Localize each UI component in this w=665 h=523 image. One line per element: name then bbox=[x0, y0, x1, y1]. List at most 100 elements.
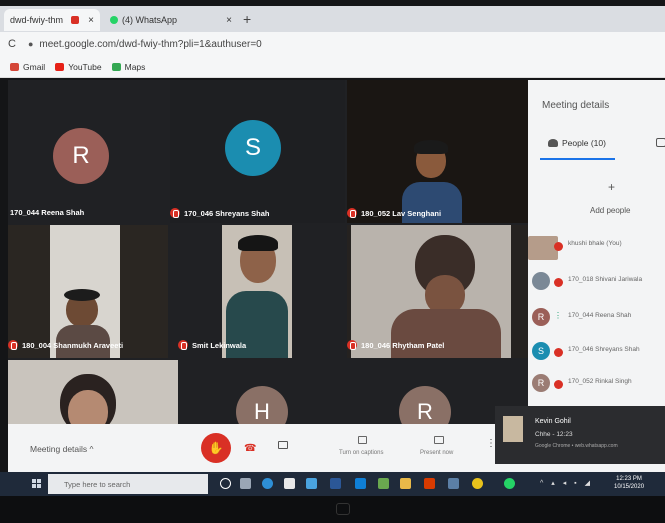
participant-name: khushi bhale (You) bbox=[568, 240, 622, 247]
participant-row[interactable]: R ⋮ 170_044 Reena Shah bbox=[528, 306, 665, 328]
bookmark-youtube[interactable]: YouTube bbox=[55, 61, 102, 72]
bookmark-label: YouTube bbox=[68, 61, 102, 72]
participant-tile[interactable]: Smit Lekinwala bbox=[170, 225, 345, 358]
hp-logo-icon bbox=[336, 503, 350, 515]
speaking-icon: ⋮ bbox=[554, 311, 562, 320]
notification-message: Chhe - 12:23 bbox=[535, 431, 573, 438]
lock-icon[interactable]: ● bbox=[28, 39, 33, 49]
time: 12:23 PM bbox=[616, 476, 642, 482]
folder-icon[interactable] bbox=[400, 478, 411, 489]
active-tab-indicator bbox=[540, 158, 615, 160]
close-tab-icon[interactable]: × bbox=[88, 15, 94, 26]
captions-icon[interactable] bbox=[358, 436, 367, 444]
participant-name: 170_046 Shreyans Shah bbox=[568, 346, 640, 353]
participant-tile[interactable]: 180_052 Lav Senghani bbox=[347, 80, 528, 223]
dropbox-icon[interactable] bbox=[355, 478, 366, 489]
search-placeholder: Type here to search bbox=[64, 479, 131, 489]
bookmark-maps[interactable]: Maps bbox=[111, 61, 146, 72]
tab-meet[interactable]: dwd-fwiy-thm × bbox=[4, 9, 100, 31]
participant-tile[interactable]: 180_004 Shanmukh Araveeti bbox=[8, 225, 168, 358]
taskbar-search[interactable]: Type here to search bbox=[48, 474, 208, 494]
windows-start-icon[interactable] bbox=[32, 479, 42, 489]
laptop-bezel bbox=[0, 496, 665, 523]
whatsapp-icon bbox=[110, 16, 118, 24]
participant-row[interactable]: 170_018 Shivani Jariwala bbox=[528, 270, 665, 292]
avatar: S bbox=[532, 342, 550, 360]
participant-row[interactable]: khushi bhale (You) bbox=[528, 234, 665, 260]
bookmark-label: Maps bbox=[124, 61, 146, 72]
camera-icon[interactable] bbox=[278, 441, 288, 449]
notification-source: Google Chrome • web.whatsapp.com bbox=[535, 443, 618, 449]
tab-whatsapp[interactable]: (4) WhatsApp × bbox=[104, 9, 238, 31]
avatar: R bbox=[53, 128, 109, 184]
avatar: R bbox=[532, 308, 550, 326]
tab-bar: dwd-fwiy-thm × (4) WhatsApp × + bbox=[0, 6, 665, 32]
video-feed bbox=[222, 225, 292, 358]
url-field[interactable]: meet.google.com/dwd-fwiy-thm?pli=1&authu… bbox=[39, 39, 261, 50]
new-tab-icon[interactable]: + bbox=[243, 11, 251, 27]
address-bar: C ● meet.google.com/dwd-fwiy-thm?pli=1&a… bbox=[0, 32, 665, 56]
video-feed bbox=[351, 225, 511, 358]
screen: dwd-fwiy-thm × (4) WhatsApp × + C ● meet… bbox=[0, 0, 665, 523]
captions-button[interactable]: Turn on captions bbox=[339, 450, 383, 456]
cortana-icon[interactable] bbox=[220, 478, 231, 489]
mic-off-icon bbox=[554, 278, 563, 287]
store-icon[interactable] bbox=[284, 478, 295, 489]
people-icon bbox=[548, 139, 558, 147]
participant-name: 180_004 Shanmukh Araveeti bbox=[8, 340, 123, 350]
panel-title: Meeting details bbox=[542, 100, 610, 111]
meeting-details-button[interactable]: Meeting details ^ bbox=[30, 444, 94, 454]
participant-tile[interactable]: R 170_044 Reena Shah bbox=[8, 80, 168, 223]
avatar bbox=[532, 272, 550, 290]
participant-name: 170_046 Shreyans Shah bbox=[170, 208, 269, 218]
office-icon[interactable] bbox=[424, 478, 435, 489]
app-icon[interactable] bbox=[448, 478, 459, 489]
whatsapp-icon[interactable] bbox=[504, 478, 515, 489]
hand-icon[interactable]: ✋ bbox=[201, 433, 231, 463]
bookmark-gmail[interactable]: Gmail bbox=[10, 62, 45, 72]
avatar: R bbox=[532, 374, 550, 392]
present-button[interactable]: Present now bbox=[420, 450, 453, 456]
participant-name: 170_044 Reena Shah bbox=[10, 208, 85, 217]
sender-thumbnail bbox=[503, 416, 523, 442]
tab-label: People (10) bbox=[562, 138, 606, 148]
participant-tile[interactable]: S 170_046 Shreyans Shah bbox=[170, 80, 345, 223]
task-view-icon[interactable] bbox=[240, 478, 251, 489]
mic-off-icon bbox=[554, 348, 563, 357]
mail-icon[interactable] bbox=[306, 478, 317, 489]
mic-off-icon bbox=[170, 208, 180, 218]
mic-off-icon bbox=[554, 242, 563, 251]
maps-icon bbox=[111, 62, 121, 71]
tab-title: (4) WhatsApp bbox=[122, 15, 178, 25]
recording-icon bbox=[71, 16, 80, 24]
end-call-icon[interactable]: ☎ bbox=[244, 443, 256, 454]
close-tab-icon[interactable]: × bbox=[226, 15, 232, 26]
chat-icon[interactable] bbox=[656, 138, 665, 147]
meeting-controls: Meeting details ^ ✋ ☎ Turn on captions P… bbox=[8, 424, 528, 472]
mic-off-icon bbox=[554, 380, 563, 389]
participant-row[interactable]: R 170_052 Rinkal Singh bbox=[528, 372, 665, 394]
system-tray[interactable]: ^ ▴ ◂ ▪ ◢ bbox=[540, 479, 593, 487]
participant-tile[interactable]: 180_046 Rhytham Patel bbox=[347, 225, 528, 358]
participant-name: 170_044 Reena Shah bbox=[568, 312, 632, 319]
date: 10/15/2020 bbox=[614, 484, 645, 490]
notification-sender: Kevin Gohil bbox=[535, 418, 571, 425]
present-icon[interactable] bbox=[434, 436, 444, 444]
word-icon[interactable] bbox=[330, 478, 341, 489]
participant-row[interactable]: S 170_046 Shreyans Shah bbox=[528, 340, 665, 362]
app-icon[interactable] bbox=[378, 478, 389, 489]
taskbar: Type here to search ^ ▴ ◂ ▪ ◢ 12:23 PM 1… bbox=[0, 472, 665, 496]
clock[interactable]: 12:23 PM 10/15/2020 bbox=[614, 475, 644, 491]
add-people-button[interactable]: Add people bbox=[590, 206, 630, 215]
bookmark-label: Gmail bbox=[23, 61, 46, 72]
mic-off-icon bbox=[347, 208, 357, 218]
participant-name: 170_018 Shivani Jariwala bbox=[568, 276, 643, 283]
chrome-icon[interactable] bbox=[472, 478, 483, 489]
participant-name: Smit Lekinwala bbox=[178, 340, 246, 350]
youtube-icon bbox=[55, 62, 65, 71]
notification-toast[interactable]: Kevin Gohil Chhe - 12:23 Google Chrome •… bbox=[495, 406, 665, 464]
tab-people[interactable]: People (10) bbox=[548, 138, 606, 148]
reload-icon[interactable]: C bbox=[8, 38, 16, 50]
add-person-icon[interactable]: + bbox=[608, 180, 615, 194]
edge-icon[interactable] bbox=[262, 478, 273, 489]
